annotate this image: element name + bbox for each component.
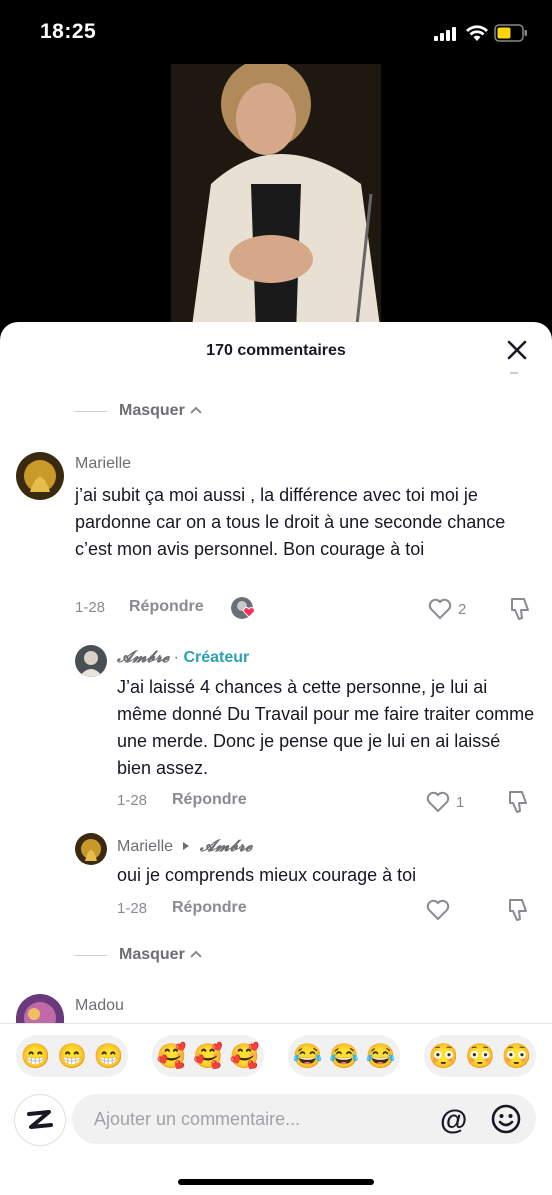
wifi-icon <box>466 25 488 41</box>
heart-icon <box>426 791 450 813</box>
separator: · <box>173 649 179 666</box>
creator-username[interactable]: 𝓐𝓶𝓫𝓻𝓮 <box>117 647 169 666</box>
reply-button[interactable]: Répondre <box>172 791 247 809</box>
chevron-up-icon <box>190 950 202 958</box>
comment-username[interactable]: Marielle <box>117 838 173 855</box>
heart-icon <box>426 899 450 921</box>
status-bar: 18:25 <box>0 0 552 64</box>
reply-to-username[interactable]: 𝓐𝓶𝓫𝓻𝓮 <box>200 836 252 855</box>
user-avatar[interactable] <box>14 1094 66 1146</box>
reply-arrow-icon <box>183 842 190 850</box>
hide-label: Masquer <box>119 946 185 963</box>
battery-icon <box>494 24 527 42</box>
hide-replies-top[interactable]: Masquer <box>75 402 203 420</box>
comment-text: oui je comprends mieux courage à toi <box>117 865 417 885</box>
emoji-picker-icon[interactable] <box>490 1103 522 1135</box>
comment-date: 1-28 <box>75 599 106 616</box>
like-count: 1 <box>456 793 465 811</box>
like-button[interactable] <box>426 899 450 921</box>
status-time: 18:25 <box>40 20 97 43</box>
avatar[interactable] <box>16 994 64 1024</box>
hide-replies-bottom[interactable]: Masquer <box>75 946 203 964</box>
emoji-bar-divider <box>0 1023 552 1024</box>
comment-username[interactable]: Madou <box>75 997 124 1015</box>
like-button[interactable]: 2 <box>428 598 466 620</box>
comment-date: 1-28 <box>117 900 148 917</box>
comment-username-line: Marielle 𝓐𝓶𝓫𝓻𝓮 <box>117 836 252 856</box>
heart-badge-icon <box>243 607 255 618</box>
emoji-quick-reply-3[interactable]: 😂 😂 😂 <box>288 1035 400 1077</box>
emoji-quick-reply-4[interactable]: 😳 😳 😳 <box>424 1035 536 1077</box>
comment-input-placeholder: Ajouter un commentaire... <box>94 1109 301 1129</box>
divider <box>75 954 107 956</box>
heart-icon <box>428 598 452 620</box>
comment-date: 1-28 <box>117 792 148 809</box>
like-count: 2 <box>458 600 467 618</box>
comment-input[interactable]: Ajouter un commentaire... @ <box>72 1094 536 1144</box>
comment-text: J’ai laissé 4 chances à cette personne, … <box>117 677 535 778</box>
reply-button[interactable]: Répondre <box>172 899 247 917</box>
reply-button[interactable]: Répondre <box>129 598 204 616</box>
comment-username[interactable]: Marielle <box>75 455 131 473</box>
creator-badge: Créateur <box>183 649 250 666</box>
scroll-hint <box>510 372 518 374</box>
comment-text: j’ai subit ça moi aussi , la différence … <box>75 485 506 559</box>
video-frame-image <box>171 64 381 334</box>
avatar[interactable] <box>16 452 64 500</box>
dislike-icon[interactable] <box>506 897 530 923</box>
comment-username-line: 𝓐𝓶𝓫𝓻𝓮 · Créateur <box>117 647 249 667</box>
hide-label: Masquer <box>119 402 185 419</box>
dislike-icon[interactable] <box>508 596 532 622</box>
home-indicator <box>178 1179 374 1185</box>
comments-count-title: 170 commentaires <box>206 342 346 359</box>
video-thumbnail[interactable] <box>171 64 381 334</box>
dislike-icon[interactable] <box>506 789 530 815</box>
cellular-signal-icon <box>434 27 456 41</box>
like-button[interactable]: 1 <box>426 791 464 813</box>
chevron-up-icon <box>190 406 202 414</box>
divider <box>75 410 107 412</box>
avatar[interactable] <box>75 833 107 865</box>
close-icon[interactable] <box>505 338 529 362</box>
z-logo-icon <box>27 1110 53 1129</box>
emoji-quick-reply-1[interactable]: 😁 😁 😁 <box>16 1035 128 1077</box>
mention-button[interactable]: @ <box>440 1104 467 1136</box>
avatar[interactable] <box>75 645 107 677</box>
emoji-quick-reply-2[interactable]: 🥰 🥰 🥰 <box>152 1035 264 1077</box>
